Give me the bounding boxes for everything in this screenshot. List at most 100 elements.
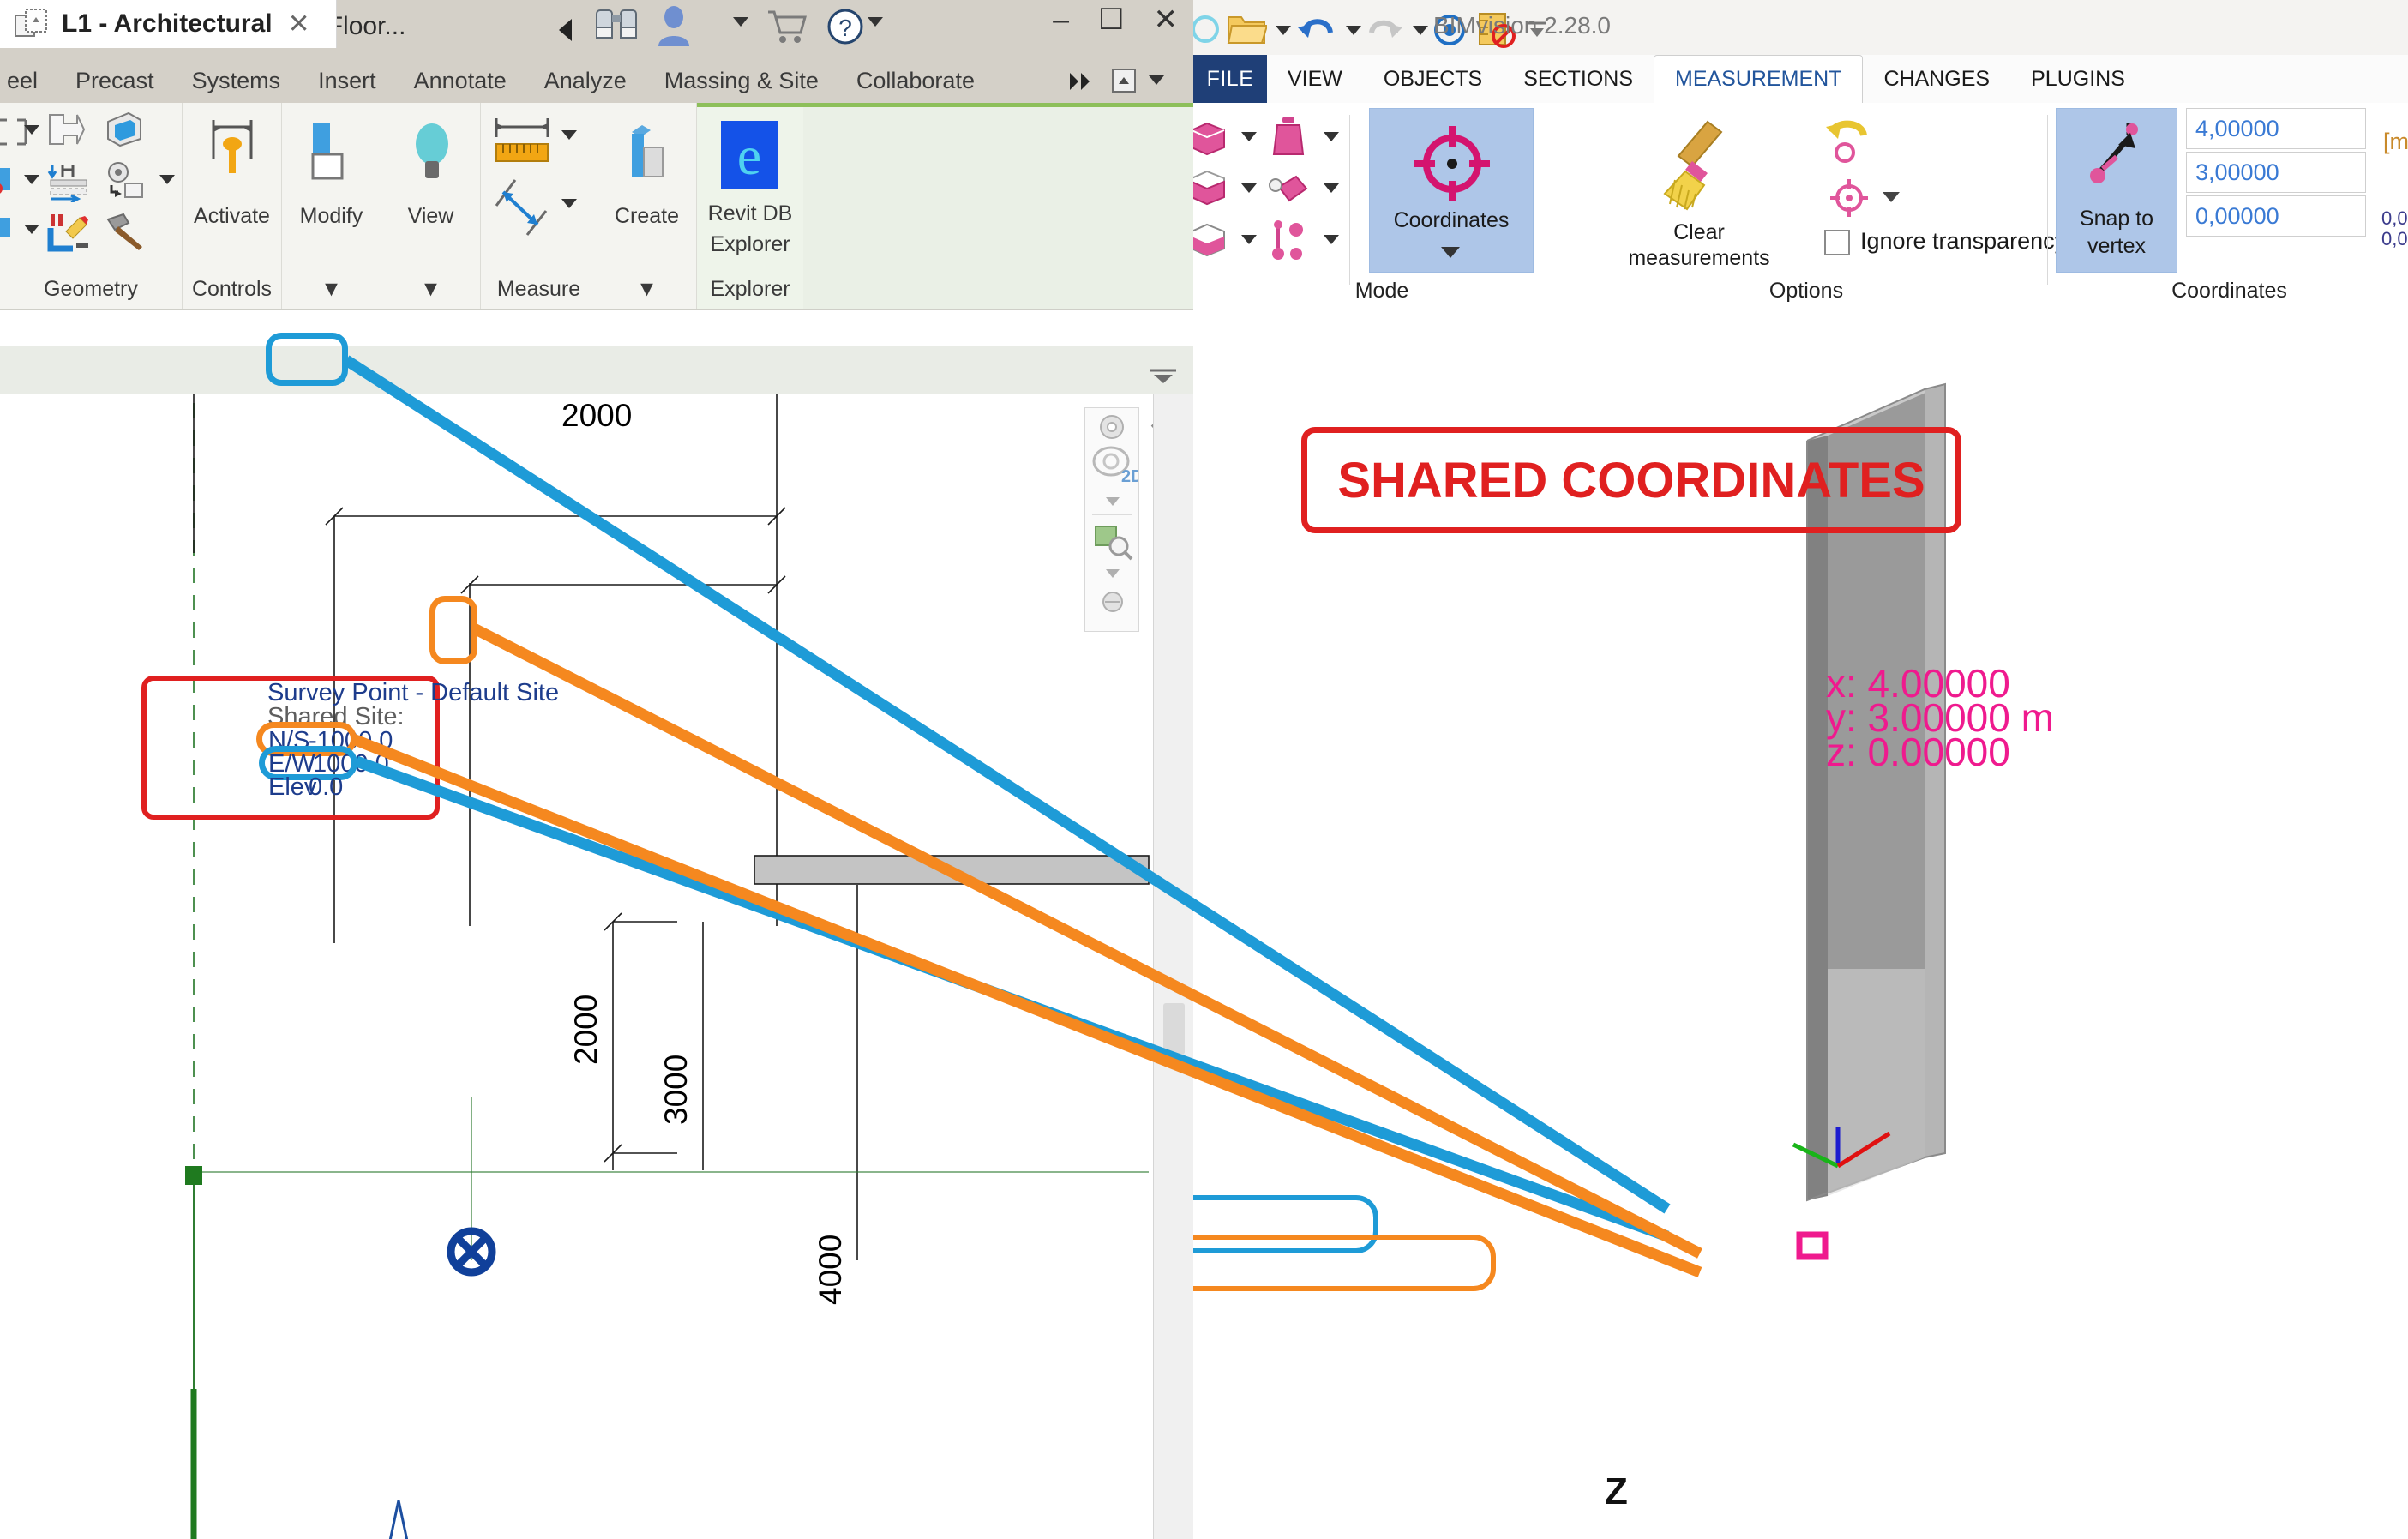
navbar-settings-icon[interactable] — [1101, 590, 1125, 614]
snap-to-vertex-icon — [2082, 119, 2153, 195]
revit-drawing-canvas[interactable]: 0 4000 3000 2000 2000 3000 4000 — [0, 394, 1153, 1539]
revit-db-explorer-label-1[interactable]: Revit DB — [697, 201, 803, 226]
revit-vertical-scrollbar[interactable] — [1153, 394, 1193, 1539]
tab-file[interactable]: FILE — [1193, 55, 1267, 103]
undo-icon[interactable] — [1296, 10, 1336, 48]
mode-weight-icon[interactable] — [1269, 115, 1308, 159]
tab-plugins[interactable]: PLUGINS — [2010, 55, 2146, 103]
tab-view[interactable]: VIEW — [1267, 55, 1363, 103]
revit-db-explorer-icon[interactable]: e — [721, 121, 778, 189]
tab-precast[interactable]: Precast — [57, 68, 173, 94]
redo-caret-icon[interactable] — [1413, 26, 1428, 35]
mode-icon-3[interactable] — [1193, 170, 1229, 209]
open-folder-caret-icon[interactable] — [1276, 26, 1291, 35]
coordinate-field-y[interactable]: 3,00000 — [2186, 152, 2366, 193]
measure-between-refs-icon[interactable] — [493, 175, 553, 238]
geometry-4-caret-icon[interactable] — [24, 225, 39, 234]
help-icon[interactable]: ? — [823, 3, 868, 50]
modify-button-label[interactable]: Modify — [282, 204, 381, 229]
bim-app-icon[interactable] — [1193, 12, 1222, 46]
ribbon-panel-mode: Coordinates Mode — [1193, 103, 1562, 309]
view-strip-options-icon[interactable] — [1149, 367, 1178, 384]
tab-annotate[interactable]: Annotate — [395, 68, 525, 94]
pan-2d-wheel-icon[interactable]: 2D — [1090, 444, 1138, 487]
mode-icon-3-caret[interactable] — [1241, 183, 1257, 193]
maximize-button[interactable]: ☐ — [1098, 5, 1124, 34]
coordinates-button[interactable]: Coordinates — [1369, 108, 1534, 273]
activate-button-label[interactable]: Activate — [183, 204, 281, 229]
title-collapse-arrow-icon[interactable] — [559, 19, 572, 41]
clear-measurements-button[interactable]: Clear measurements — [1596, 111, 1802, 283]
view-tab-close-icon[interactable]: ✕ — [288, 9, 310, 39]
navbar-caret-2-icon[interactable] — [1106, 569, 1120, 578]
snap-to-vertex-button[interactable]: Snap to vertex — [2056, 108, 2177, 273]
tab-insert[interactable]: Insert — [299, 68, 395, 94]
create-button-label[interactable]: Create — [597, 204, 696, 229]
ribbon-collapse-caret-icon[interactable] — [1149, 75, 1164, 85]
measure-1-caret-icon[interactable] — [561, 130, 577, 140]
mode-icon-6-caret[interactable] — [1324, 235, 1339, 244]
measure-ruler-icon[interactable] — [491, 115, 555, 171]
view-icon[interactable] — [411, 120, 453, 185]
geometry-cut-icon[interactable] — [103, 110, 141, 147]
geometry-join-icon[interactable] — [45, 110, 82, 147]
modify-icon[interactable] — [308, 122, 357, 183]
tab-eel[interactable]: eel — [0, 68, 57, 94]
tab-objects[interactable]: OBJECTS — [1363, 55, 1503, 103]
tab-collaborate[interactable]: Collaborate — [838, 68, 994, 94]
view-button-label[interactable]: View — [381, 204, 480, 229]
close-button[interactable]: ✕ — [1154, 5, 1179, 34]
tab-analyze[interactable]: Analyze — [525, 68, 646, 94]
geometry-align-icon[interactable] — [47, 161, 85, 199]
geometry-3-caret-icon[interactable] — [159, 175, 175, 184]
activate-icon[interactable] — [207, 117, 258, 183]
binoculars-icon[interactable] — [591, 5, 641, 50]
measure-2-caret-icon[interactable] — [561, 199, 577, 208]
view-tab-l1-architectural[interactable]: L1 - Architectural ✕ — [0, 0, 337, 48]
revit-db-explorer-label-2[interactable]: Explorer — [697, 232, 803, 257]
help-dropdown-caret-icon[interactable] — [868, 17, 883, 27]
cart-icon[interactable] — [763, 3, 809, 50]
tab-changes[interactable]: CHANGES — [1863, 55, 2010, 103]
geometry-demolish-icon[interactable] — [105, 161, 142, 199]
ignore-transparency-checkbox[interactable] — [1824, 230, 1850, 255]
user-account-icon[interactable] — [653, 3, 694, 50]
ribbon-collapse-icon[interactable] — [1111, 67, 1140, 94]
tab-measurement[interactable]: MEASUREMENT — [1654, 55, 1863, 104]
mode-icon-1-caret[interactable] — [1241, 132, 1257, 141]
ignore-transparency-label[interactable]: Ignore transparency — [1860, 228, 2066, 255]
mode-icon-1[interactable] — [1193, 118, 1229, 158]
measure-target-icon[interactable] — [1828, 177, 1871, 219]
mode-icon-2-caret[interactable] — [1324, 132, 1339, 141]
mode-icon-5[interactable] — [1193, 221, 1229, 261]
redo-icon[interactable] — [1365, 10, 1404, 48]
open-folder-icon[interactable] — [1226, 10, 1267, 48]
tab-sections[interactable]: SECTIONS — [1503, 55, 1654, 103]
measure-target-caret-icon[interactable] — [1883, 192, 1900, 202]
coordinate-field-x[interactable]: 4,00000 — [2186, 108, 2366, 149]
mode-icon-5-caret[interactable] — [1241, 235, 1257, 244]
mode-icon-4-caret[interactable] — [1324, 183, 1339, 193]
minimize-button[interactable]: – — [1053, 5, 1069, 34]
geometry-2-caret-icon[interactable] — [24, 175, 39, 184]
steering-wheel-icon[interactable] — [1097, 412, 1126, 442]
mode-distance-icon[interactable] — [1269, 219, 1308, 262]
coordinate-field-z[interactable]: 0,00000 — [2186, 195, 2366, 237]
tab-massing-and-site[interactable]: Massing & Site — [646, 68, 838, 94]
tabs-overflow-chevrons-icon[interactable] — [1067, 69, 1098, 94]
geometry-edit-icon[interactable] — [47, 211, 85, 249]
qat-dropdown-caret-icon[interactable] — [733, 17, 748, 27]
revit-scrollbar-thumb[interactable] — [1163, 1003, 1185, 1055]
tab-systems[interactable]: Systems — [173, 68, 300, 94]
navbar-caret-1-icon[interactable] — [1106, 497, 1120, 506]
coordinates-dropdown-caret-icon[interactable] — [1441, 247, 1460, 258]
mode-rotate-plane-icon[interactable] — [1267, 170, 1310, 211]
navigation-bar[interactable]: 2D — [1084, 407, 1139, 632]
undo-measure-icon[interactable] — [1824, 117, 1874, 166]
create-icon[interactable] — [625, 120, 671, 183]
zoom-region-icon[interactable] — [1094, 525, 1133, 561]
undo-caret-icon[interactable] — [1346, 26, 1361, 35]
geometry-1-caret-icon[interactable] — [24, 125, 39, 135]
highlight-dim-4000 — [429, 596, 477, 664]
geometry-hammer-icon[interactable] — [105, 211, 142, 249]
